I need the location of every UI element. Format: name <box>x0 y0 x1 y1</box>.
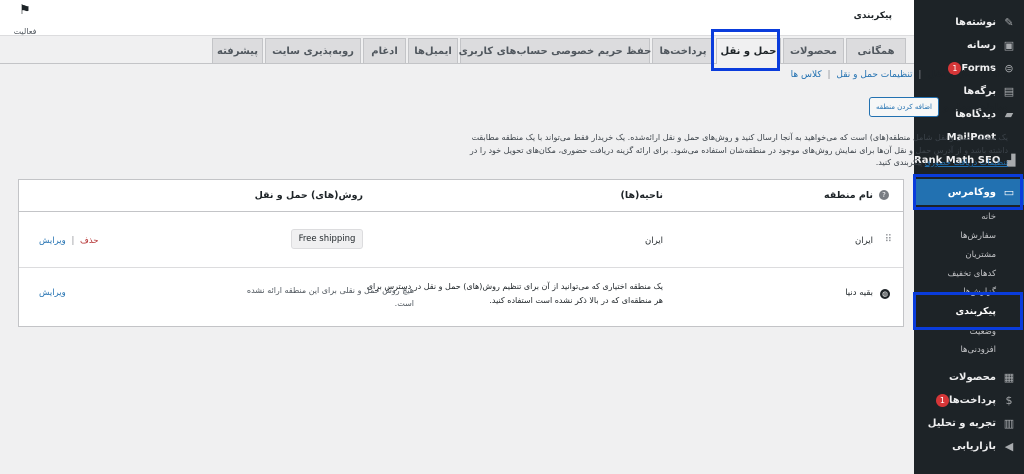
header-regions: ناحیه(ها) <box>620 190 663 201</box>
subnav-shipping-settings-link[interactable]: تنظیمات حمل و نقل <box>836 70 912 80</box>
row-actions: ویرایش <box>39 288 66 298</box>
activity-button[interactable]: ⚑ فعالیت <box>8 3 42 38</box>
tab-general[interactable]: همگانی <box>846 38 906 63</box>
payment-icon: $ <box>1005 393 1013 407</box>
sidebar-item-marketing[interactable]: ◀ بازاریابی <box>914 435 1024 457</box>
edit-link[interactable]: ویرایش <box>39 236 66 246</box>
bar-chart-icon: ▥ <box>1003 416 1015 430</box>
tab-privacy[interactable]: حفظ حریم خصوصی حساب‌های کاربری <box>459 38 651 63</box>
tab-products[interactable]: محصولات <box>783 38 844 63</box>
submenu-extensions[interactable]: افزودنی‌ها <box>914 345 1024 355</box>
megaphone-icon: ◀ <box>1004 439 1014 453</box>
no-methods-note: هیچ روش حمل و نقلی برای این منطقه ارائه … <box>246 286 414 308</box>
top-header: پیکربندی ⚑ فعالیت <box>0 0 914 36</box>
pickup-settings-link[interactable]: تنظیمات دریافت حضوری <box>925 158 1008 167</box>
shipping-method-badge: Free shipping <box>291 229 363 249</box>
table-header: ? نام منطقه ناحیه(ها) روش(های) حمل و نقل <box>19 180 903 212</box>
drag-handle-icon[interactable]: ⠿ <box>885 234 892 245</box>
header-methods: روش(های) حمل و نقل <box>254 190 363 201</box>
subnav-classes-link[interactable]: کلاس ها <box>791 70 822 80</box>
shipping-subnav: مناطق حمل و نقل | تنظیمات حمل و نقل | کل… <box>790 70 1010 80</box>
zone-name: ایران <box>854 236 873 246</box>
sidebar-item-analytics[interactable]: ▥ تجربه و تحلیل <box>914 412 1024 434</box>
sidebar-item-products[interactable]: ▦ محصولات <box>914 366 1024 388</box>
table-row: ⠿ ایران ایران Free shipping حذف | ویرایش <box>19 212 903 268</box>
flag-icon: ⚑ <box>19 3 31 18</box>
tab-shipping[interactable]: حمل و نقل <box>716 38 781 64</box>
delete-link[interactable]: حذف <box>80 236 99 246</box>
submenu-customers[interactable]: مشتریان <box>914 250 1024 260</box>
page-icon: ▤ <box>1003 84 1015 98</box>
tab-advanced[interactable]: پیشرفته <box>212 38 263 63</box>
page-title: پیکربندی <box>853 11 892 21</box>
zone-regions: ایران <box>644 236 663 246</box>
table-row: ◍ بقیه دنیا یک منطقه اختیاری که می‌توانی… <box>19 268 903 326</box>
section-description: یک منطقه حمل و نقل شامل منطقه(های) است ک… <box>469 133 1008 167</box>
submenu-settings[interactable]: پیکربندی <box>914 306 1024 317</box>
payments-badge: 1 <box>935 393 949 407</box>
help-icon[interactable]: ? <box>879 190 889 200</box>
edit-link[interactable]: ویرایش <box>39 288 66 298</box>
sidebar-item-media[interactable]: ▣ رسانه <box>914 34 1024 56</box>
activity-label: فعالیت <box>13 27 37 36</box>
media-icon: ▣ <box>1003 38 1015 52</box>
tab-site-visibility[interactable]: روبه‌پذیری سایت <box>265 38 361 63</box>
box-icon: ▦ <box>1003 370 1015 384</box>
submenu-orders[interactable]: سفارش‌ها <box>914 231 1024 241</box>
add-zone-button[interactable]: اضافه کردن منطقه <box>869 97 939 117</box>
tab-payments[interactable]: پرداخت‌ها <box>652 38 714 63</box>
globe-icon: ◍ <box>880 289 890 299</box>
submenu-status[interactable]: وضعیت <box>914 327 1024 337</box>
shipping-zones-table: ? نام منطقه ناحیه(ها) روش(های) حمل و نقل… <box>18 179 904 327</box>
subnav-current: مناطق حمل و نقل <box>927 70 1010 80</box>
submenu-home[interactable]: خانه <box>914 212 1024 222</box>
header-zone-name: نام منطقه <box>823 190 873 201</box>
row-actions: حذف | ویرایش <box>39 236 99 246</box>
sidebar-item-woocommerce[interactable]: ▭ ووکامرس <box>914 179 1024 205</box>
sidebar-item-posts[interactable]: ✎ نوشته‌ها <box>914 11 1024 33</box>
submenu-coupons[interactable]: کدهای تخفیف <box>914 269 1024 279</box>
zone-name: بقیه دنیا <box>845 288 873 298</box>
tab-emails[interactable]: ایمیل‌ها <box>408 38 458 63</box>
pin-icon: ✎ <box>1004 15 1014 29</box>
sidebar-item-payments[interactable]: $ پرداخت‌ها 1 <box>914 389 1024 411</box>
submenu-reports[interactable]: گزارش‌ها <box>914 287 1024 297</box>
woo-icon: ▭ <box>1003 185 1015 199</box>
settings-tabs: همگانی محصولات حمل و نقل پرداخت‌ها حفظ ح… <box>0 38 914 64</box>
tab-integration[interactable]: ادغام <box>363 38 406 63</box>
